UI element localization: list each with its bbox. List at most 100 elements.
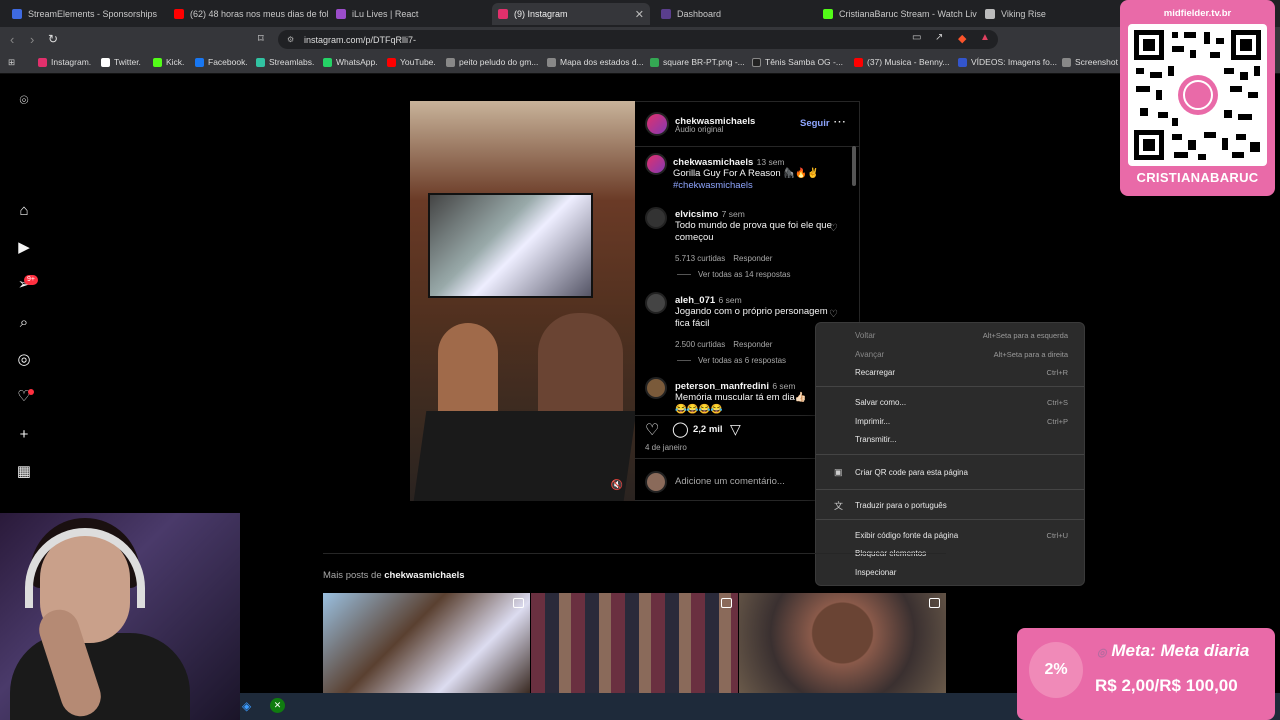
bookmark-kick[interactable]: Kick. [153, 57, 184, 67]
comments-scrollbar[interactable] [852, 146, 856, 186]
menu-separator [816, 386, 1084, 387]
bookmark-peito[interactable]: peito peludo do gm... [446, 57, 538, 67]
share-icon[interactable]: ▽ [730, 421, 741, 438]
close-tab-icon[interactable]: ✕ [635, 8, 644, 21]
tab-kick-stream[interactable]: CristianaBaruc Stream - Watch Live o [817, 3, 977, 25]
bookmark-musica[interactable]: (37) Musica - Benny... [854, 57, 950, 67]
menu-item-translate[interactable]: 文 Traduzir para o português [816, 496, 1084, 514]
explore-icon[interactable]: ◎ [15, 351, 33, 369]
tab-streamelements[interactable]: StreamElements - Sponsorships [6, 3, 166, 25]
kick-icon [823, 9, 833, 19]
apps-grid-icon[interactable]: ⊞ [8, 57, 15, 68]
avatar[interactable] [645, 292, 667, 314]
more-options-icon[interactable]: ⋯ [833, 114, 846, 130]
post-thumbnail[interactable] [323, 593, 530, 693]
bookmark-instagram[interactable]: Instagram. [38, 57, 91, 67]
view-replies-link[interactable]: Ver todas as 14 respostas [698, 270, 791, 279]
instagram-logo-icon[interactable]: ⌾ [15, 92, 33, 110]
audio-label[interactable]: Áudio original [675, 125, 723, 134]
forward-icon[interactable]: › [30, 32, 34, 47]
avatar[interactable] [645, 153, 667, 175]
search-icon[interactable]: ⌕ [15, 314, 33, 332]
bookmark-square[interactable]: square BR-PT.png -... [650, 57, 745, 67]
youtube-icon [174, 9, 184, 19]
bookmark-icon[interactable]: ⌑ [258, 32, 264, 45]
bookmark-screenshot[interactable]: Screenshot p [1062, 57, 1125, 67]
globe-icon [446, 57, 455, 67]
reload-icon[interactable]: ↻ [48, 32, 58, 46]
post-thumbnail[interactable] [531, 593, 738, 693]
follow-button[interactable]: Seguir [800, 118, 830, 129]
address-bar[interactable]: ⚙ instagram.com/p/DTFqRlli7- [278, 30, 998, 49]
whatsapp-icon [323, 57, 332, 67]
bookmark-twitter[interactable]: Twitter. [101, 57, 141, 67]
bookmark-whatsapp[interactable]: WhatsApp. [323, 57, 378, 67]
tab-viking-rise[interactable]: Viking Rise [979, 3, 1119, 25]
goal-progress-circle: 2% [1029, 642, 1083, 698]
like-comment-icon[interactable]: ♡ [829, 309, 838, 320]
menu-item-save-as[interactable]: Salvar como... Ctrl+S [816, 393, 1084, 411]
divider [323, 553, 946, 554]
menu-item-inspect[interactable]: Inspecionar [816, 563, 1084, 581]
bookmark-tenis[interactable]: Tênis Samba OG -... [752, 57, 843, 67]
back-icon[interactable]: ‹ [10, 32, 14, 47]
streamelements-icon [12, 9, 22, 19]
site-info-icon[interactable]: ⚙ [287, 35, 294, 44]
home-icon[interactable]: ⌂ [15, 202, 33, 220]
video-frame-tv [428, 193, 593, 298]
menu-separator [816, 519, 1084, 520]
menu-item-create-qr[interactable]: ▣ Criar QR code para esta página [816, 463, 1084, 481]
webcam-person [10, 633, 190, 720]
mute-icon[interactable]: 🔇 [611, 480, 623, 491]
create-icon[interactable]: + [15, 426, 33, 444]
goal-value: R$ 2,00/R$ 100,00 [1095, 676, 1238, 695]
reel-icon [513, 598, 524, 608]
like-comment-icon[interactable]: ♡ [829, 223, 838, 234]
view-replies-link[interactable]: Ver todas as 6 respostas [698, 356, 786, 365]
browser-tab-bar: StreamElements - Sponsorships (62) 48 ho… [0, 0, 1280, 27]
hashtag-link[interactable]: #chekwasmichaels [673, 180, 843, 192]
translate-icon: 文 [834, 500, 844, 511]
xbox-icon[interactable]: ✕ [270, 698, 285, 713]
bookmark-videos[interactable]: VÍDEOS: Imagens fo... [958, 57, 1057, 67]
menu-item-back[interactable]: Voltar Alt+Seta para a esquerda [816, 326, 1084, 344]
instagram-sidebar: ⌾ ⌂ ▶ ➢ 9+ ⌕ ◎ ♡ + ▦ [0, 74, 48, 524]
tab-youtube[interactable]: (62) 48 horas nos meus dias de folga [168, 3, 328, 25]
tab-dashboard[interactable]: Dashboard [655, 3, 815, 25]
share-icon[interactable]: ↗ [935, 32, 943, 43]
reply-button[interactable]: Responder [733, 340, 772, 349]
dashboard-icon[interactable]: ▦ [15, 463, 33, 481]
comment-count: 2,2 mil [693, 424, 723, 435]
bookmark-youtube[interactable]: YouTube. [387, 57, 436, 67]
tab-instagram[interactable]: (9) Instagram ✕ [492, 3, 650, 25]
menu-item-cast[interactable]: Transmitir... [816, 430, 1084, 448]
cast-icon[interactable]: ▭ [912, 32, 921, 43]
post-video[interactable]: 🔇 [410, 101, 635, 501]
menu-item-forward[interactable]: Avançar Alt+Seta para a direita [816, 345, 1084, 363]
qr-site-label: midfielder.tv.br [1163, 8, 1232, 19]
viking-rise-icon [985, 9, 995, 19]
tab-ilu-lives[interactable]: iLu Lives | React [330, 3, 490, 25]
bookmark-facebook[interactable]: Facebook. [195, 57, 248, 67]
bookmark-streamlabs[interactable]: Streamlabs. [256, 57, 314, 67]
comment-icon[interactable]: ◯ [672, 420, 689, 438]
menu-item-print[interactable]: Imprimir... Ctrl+P [816, 412, 1084, 430]
avatar[interactable] [645, 112, 669, 136]
avatar[interactable] [645, 377, 667, 399]
menu-item-view-source[interactable]: Exibir código fonte da página Ctrl+U [816, 526, 1084, 544]
post-thumbnail[interactable] [739, 593, 946, 693]
like-post-icon[interactable]: ♡ [645, 420, 659, 440]
brave-rewards-icon[interactable]: ▲ [980, 32, 990, 43]
instagram-icon [38, 57, 47, 67]
bookmark-mapa[interactable]: Mapa dos estados d... [547, 57, 644, 67]
brave-shield-icon[interactable]: ◆ [958, 32, 966, 45]
edge-icon[interactable]: ◈ [242, 699, 251, 713]
reel-icon [721, 598, 732, 608]
reels-icon[interactable]: ▶ [15, 239, 33, 257]
menu-item-reload[interactable]: Recarregar Ctrl+R [816, 363, 1084, 381]
reply-thread-line [677, 360, 691, 361]
avatar[interactable] [645, 207, 667, 229]
qr-code [1128, 24, 1267, 166]
video-frame-table [413, 411, 635, 501]
reply-button[interactable]: Responder [733, 254, 772, 263]
